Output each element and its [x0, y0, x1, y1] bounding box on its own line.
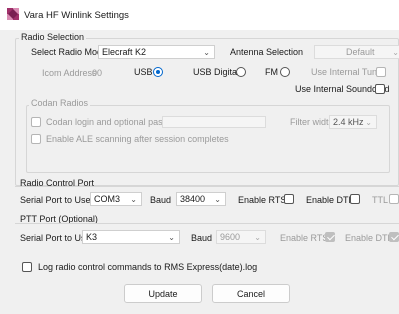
- antenna-select[interactable]: Default ⌄: [314, 45, 399, 59]
- rc-enable-rts-label: Enable RTS: [238, 195, 287, 205]
- rc-baud-value: 38400: [180, 194, 206, 204]
- ptt-enable-rts-label: Enable RTS: [280, 233, 329, 243]
- ptt-baud-label: Baud: [191, 233, 213, 243]
- ptt-baud-select[interactable]: 9600 ⌄: [216, 230, 266, 244]
- cancel-button[interactable]: Cancel: [212, 284, 290, 303]
- ptt-serial-port-select[interactable]: K3 ⌄: [82, 230, 180, 244]
- usb-digital-radio[interactable]: [236, 67, 246, 77]
- codan-radios-label: Codan Radios: [29, 98, 91, 108]
- ptt-serial-port-value: K3: [86, 232, 98, 242]
- rc-enable-dtr-checkbox[interactable]: [350, 194, 360, 204]
- usb-label: USB: [134, 67, 153, 77]
- radio-model-select[interactable]: Elecraft K2 ⌄: [98, 45, 215, 59]
- chevron-down-icon: ⌄: [365, 118, 372, 127]
- chevron-down-icon: ⌄: [168, 233, 175, 242]
- chevron-down-icon: ⌄: [203, 48, 210, 57]
- ttl-label: TTL: [372, 195, 389, 205]
- internal-soundcard-checkbox[interactable]: [375, 84, 385, 94]
- usb-digital-label: USB Digital: [193, 67, 240, 77]
- antenna-selection-label: Antenna Selection: [230, 47, 304, 57]
- internal-tuner-checkbox[interactable]: [376, 67, 386, 77]
- fm-label: FM: [265, 67, 278, 77]
- chevron-down-icon: ⌄: [254, 233, 261, 242]
- internal-tuner-label: Use Internal Tuner: [311, 67, 386, 77]
- update-button[interactable]: Update: [124, 284, 202, 303]
- ptt-baud-value: 9600: [220, 232, 241, 242]
- rc-enable-dtr-label: Enable DTR: [306, 195, 356, 205]
- chevron-down-icon: ⌄: [214, 195, 221, 204]
- enable-ale-checkbox[interactable]: [31, 134, 41, 144]
- icom-address-value: 00: [92, 68, 103, 78]
- ptt-enable-dtr-label: Enable DTR: [345, 233, 395, 243]
- rc-serial-port-select[interactable]: COM3 ⌄: [90, 192, 142, 206]
- window-title: Vara HF Winlink Settings: [24, 10, 129, 21]
- ptt-enable-rts-checkbox[interactable]: [325, 232, 335, 242]
- log-commands-checkbox[interactable]: [22, 262, 32, 272]
- radio-model-value: Elecraft K2: [102, 47, 147, 57]
- antenna-value: Default: [346, 47, 375, 57]
- codan-login-checkbox[interactable]: [31, 117, 41, 127]
- rc-baud-select[interactable]: 38400 ⌄: [176, 192, 226, 206]
- icom-address-label: Icom Address: [42, 68, 97, 78]
- rc-serial-port-value: COM3: [94, 194, 121, 204]
- filter-width-value: 2.4 kHz: [333, 117, 364, 127]
- divider: [15, 223, 399, 224]
- log-commands-label: Log radio control commands to RMS Expres…: [38, 262, 258, 272]
- ptt-enable-dtr-checkbox[interactable]: [389, 232, 399, 242]
- ptt-serial-port-label: Serial Port to Use: [20, 233, 91, 243]
- filter-width-select[interactable]: 2.4 kHz ⌄: [329, 115, 377, 129]
- ttl-checkbox[interactable]: [389, 194, 399, 204]
- chevron-down-icon: ⌄: [392, 48, 399, 57]
- usb-radio[interactable]: [153, 67, 163, 77]
- rc-baud-label: Baud: [150, 195, 172, 205]
- rc-serial-port-label: Serial Port to Use: [20, 195, 91, 205]
- radio-selection-label: Radio Selection: [19, 32, 87, 42]
- divider: [15, 186, 399, 187]
- rc-enable-rts-checkbox[interactable]: [284, 194, 294, 204]
- title-bar: Vara HF Winlink Settings: [0, 0, 399, 30]
- codan-password-input[interactable]: [162, 116, 266, 128]
- fm-radio[interactable]: [280, 67, 290, 77]
- app-logo-icon: [7, 8, 19, 20]
- chevron-down-icon: ⌄: [130, 195, 137, 204]
- enable-ale-label: Enable ALE scanning after session comple…: [46, 134, 229, 144]
